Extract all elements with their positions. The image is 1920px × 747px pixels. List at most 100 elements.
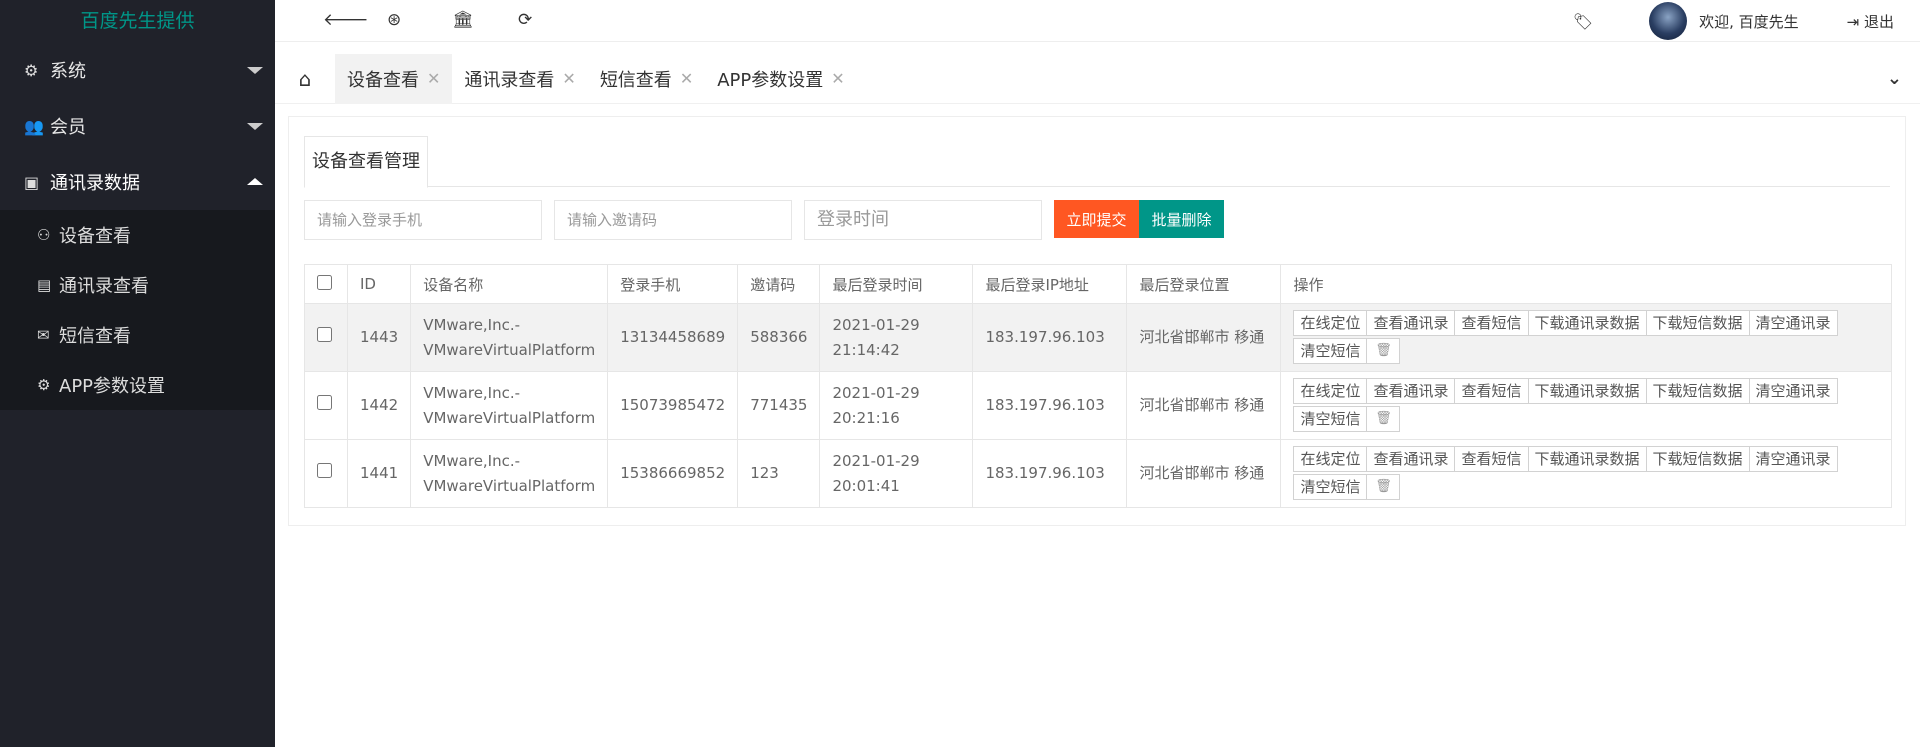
- card-title-tab[interactable]: 设备查看管理: [304, 136, 428, 188]
- clear-contacts-button[interactable]: 清空通讯录: [1748, 309, 1838, 336]
- table-row: 1443 VMware,Inc.- VMwareVirtualPlatform 1…: [304, 303, 1892, 372]
- clear-sms-button[interactable]: 清空短信: [1293, 473, 1368, 500]
- row-checkbox[interactable]: [317, 395, 332, 410]
- clear-sms-button[interactable]: 清空短信: [1293, 405, 1368, 432]
- cell-phone: 13134458689: [607, 303, 739, 372]
- clear-sms-button[interactable]: 清空短信: [1293, 337, 1368, 364]
- column-header[interactable]: 设备名称: [410, 264, 609, 304]
- device-name-line2: VMwareVirtualPlatform: [423, 340, 596, 359]
- life-ring-icon[interactable]: ⊛: [387, 10, 401, 30]
- column-header[interactable]: 操作: [1280, 264, 1892, 304]
- download-sms-button[interactable]: 下载短信数据: [1645, 377, 1750, 404]
- close-icon[interactable]: ✕: [427, 69, 440, 88]
- download-contacts-button[interactable]: 下载通讯录数据: [1527, 309, 1647, 336]
- cell-id: 1442: [346, 371, 412, 440]
- table-header-row: ID 设备名称 登录手机 邀请码 最后登录时间 最后登录IP地址 最后登录位置 …: [304, 264, 1892, 304]
- tag-icon[interactable]: 🏷: [1573, 12, 1593, 31]
- row-checkbox[interactable]: [317, 463, 332, 478]
- cell-login-time: 2021-01-29 21:14:42: [819, 303, 974, 372]
- bank-icon[interactable]: 🏛: [452, 10, 474, 30]
- clear-contacts-button[interactable]: 清空通讯录: [1748, 445, 1838, 472]
- tab-sms-view[interactable]: 短信查看 ✕: [588, 54, 705, 104]
- view-sms-button[interactable]: 查看短信: [1454, 309, 1529, 336]
- close-icon[interactable]: ✕: [831, 69, 844, 88]
- welcome-text[interactable]: 欢迎, 百度先生: [1699, 11, 1799, 32]
- cell-location: 河北省邯郸市 移通: [1126, 439, 1282, 508]
- trash-icon[interactable]: 🗑: [1366, 405, 1401, 432]
- close-icon[interactable]: ✕: [562, 69, 575, 88]
- users-icon: 👥: [24, 116, 44, 136]
- trash-icon[interactable]: 🗑: [1366, 337, 1401, 364]
- view-contacts-button[interactable]: 查看通讯录: [1366, 377, 1456, 404]
- sidebar-item-members[interactable]: 👥 会员: [0, 98, 275, 154]
- refresh-icon[interactable]: ⟳: [518, 10, 532, 30]
- sidebar-subitem-sms-view[interactable]: ✉ 短信查看: [0, 310, 275, 360]
- avatar[interactable]: [1649, 2, 1688, 40]
- batch-delete-button[interactable]: 批量删除: [1139, 200, 1224, 238]
- download-contacts-button[interactable]: 下载通讯录数据: [1527, 377, 1647, 404]
- tab-app-settings[interactable]: APP参数设置 ✕: [705, 54, 856, 104]
- clear-contacts-button[interactable]: 清空通讯录: [1748, 377, 1838, 404]
- close-icon[interactable]: ✕: [680, 69, 693, 88]
- cell-device: VMware,Inc.- VMwareVirtualPlatform: [410, 371, 609, 440]
- sidebar-subitem-label: 通讯录查看: [59, 276, 149, 297]
- cell-actions: 在线定位 查看通讯录 查看短信 下载通讯录数据 下载短信数据 清空通讯录 清空短…: [1280, 439, 1892, 508]
- view-contacts-button[interactable]: 查看通讯录: [1366, 445, 1456, 472]
- gear-icon: ⚙: [24, 60, 39, 80]
- action-group: 在线定位 查看通讯录 查看短信 下载通讯录数据 下载短信数据 清空通讯录 清空短…: [1293, 445, 1868, 502]
- sidebar-subitem-device-view[interactable]: ⚇ 设备查看: [0, 210, 275, 260]
- content-card: 设备查看管理 立即提交 批量删除 ID 设备名称 登录手机 邀请码 最后登录时间…: [288, 116, 1906, 526]
- caret-down-icon: [247, 67, 263, 74]
- download-sms-button[interactable]: 下载短信数据: [1645, 309, 1750, 336]
- select-all-checkbox[interactable]: [317, 274, 332, 290]
- submit-button[interactable]: 立即提交: [1054, 200, 1139, 238]
- login-time-input[interactable]: [804, 200, 1042, 240]
- row-checkbox[interactable]: [317, 327, 332, 342]
- chevron-down-icon[interactable]: ⌄: [1887, 68, 1902, 89]
- view-sms-button[interactable]: 查看短信: [1454, 377, 1529, 404]
- cell-location: 河北省邯郸市 移通: [1126, 371, 1282, 440]
- device-table: ID 设备名称 登录手机 邀请码 最后登录时间 最后登录IP地址 最后登录位置 …: [304, 264, 1892, 508]
- view-contacts-button[interactable]: 查看通讯录: [1366, 309, 1456, 336]
- tab-device-view[interactable]: 设备查看 ✕: [335, 53, 453, 104]
- column-header[interactable]: 最后登录时间: [819, 264, 974, 304]
- row-checkbox-cell: [304, 371, 348, 440]
- table-row: 1442 VMware,Inc.- VMwareVirtualPlatform 1…: [304, 371, 1892, 440]
- tab-label: 短信查看: [599, 69, 672, 91]
- select-all-cell: [304, 264, 348, 304]
- locate-button[interactable]: 在线定位: [1293, 309, 1368, 336]
- locate-button[interactable]: 在线定位: [1293, 445, 1368, 472]
- header-user-area: 🏷 欢迎, 百度先生 ⇥ 退出: [1573, 0, 1920, 42]
- cell-invite: 588366: [737, 303, 821, 372]
- column-header[interactable]: 最后登录IP地址: [972, 264, 1128, 304]
- column-header[interactable]: ID: [346, 264, 412, 304]
- tab-contacts-view[interactable]: 通讯录查看 ✕: [452, 54, 587, 104]
- cell-id: 1441: [346, 439, 412, 508]
- sidebar-item-contacts-data[interactable]: ▣ 通讯录数据: [0, 154, 275, 210]
- home-icon[interactable]: ⌂: [275, 67, 335, 91]
- sidebar-item-label: 通讯录数据: [50, 173, 140, 194]
- download-sms-button[interactable]: 下载短信数据: [1645, 445, 1750, 472]
- sidebar-item-label: 系统: [50, 61, 86, 82]
- phone-search-input[interactable]: [304, 200, 542, 240]
- invite-code-search-input[interactable]: [554, 200, 792, 240]
- sidebar-subitem-contacts-view[interactable]: ▤ 通讯录查看: [0, 260, 275, 310]
- column-header[interactable]: 邀请码: [737, 264, 821, 304]
- download-contacts-button[interactable]: 下载通讯录数据: [1527, 445, 1647, 472]
- sidebar-item-system[interactable]: ⚙ 系统: [0, 42, 275, 98]
- login-clock: 20:21:16: [832, 408, 900, 427]
- view-sms-button[interactable]: 查看短信: [1454, 445, 1529, 472]
- column-header[interactable]: 最后登录位置: [1126, 264, 1282, 304]
- tab-label: 通讯录查看: [464, 69, 555, 91]
- caret-down-icon: [247, 123, 263, 130]
- logout-link[interactable]: ⇥ 退出: [1847, 11, 1894, 32]
- arrow-left-icon[interactable]: 🡐: [323, 10, 369, 30]
- device-name-line2: VMwareVirtualPlatform: [423, 476, 596, 495]
- building-icon: ▤: [37, 276, 52, 294]
- device-name-line2: VMwareVirtualPlatform: [423, 408, 596, 427]
- trash-icon[interactable]: 🗑: [1366, 473, 1401, 500]
- sidebar-subitem-app-settings[interactable]: ⚙ APP参数设置: [0, 360, 275, 410]
- column-header[interactable]: 登录手机: [607, 264, 739, 304]
- locate-button[interactable]: 在线定位: [1293, 377, 1368, 404]
- cell-invite: 771435: [737, 371, 821, 440]
